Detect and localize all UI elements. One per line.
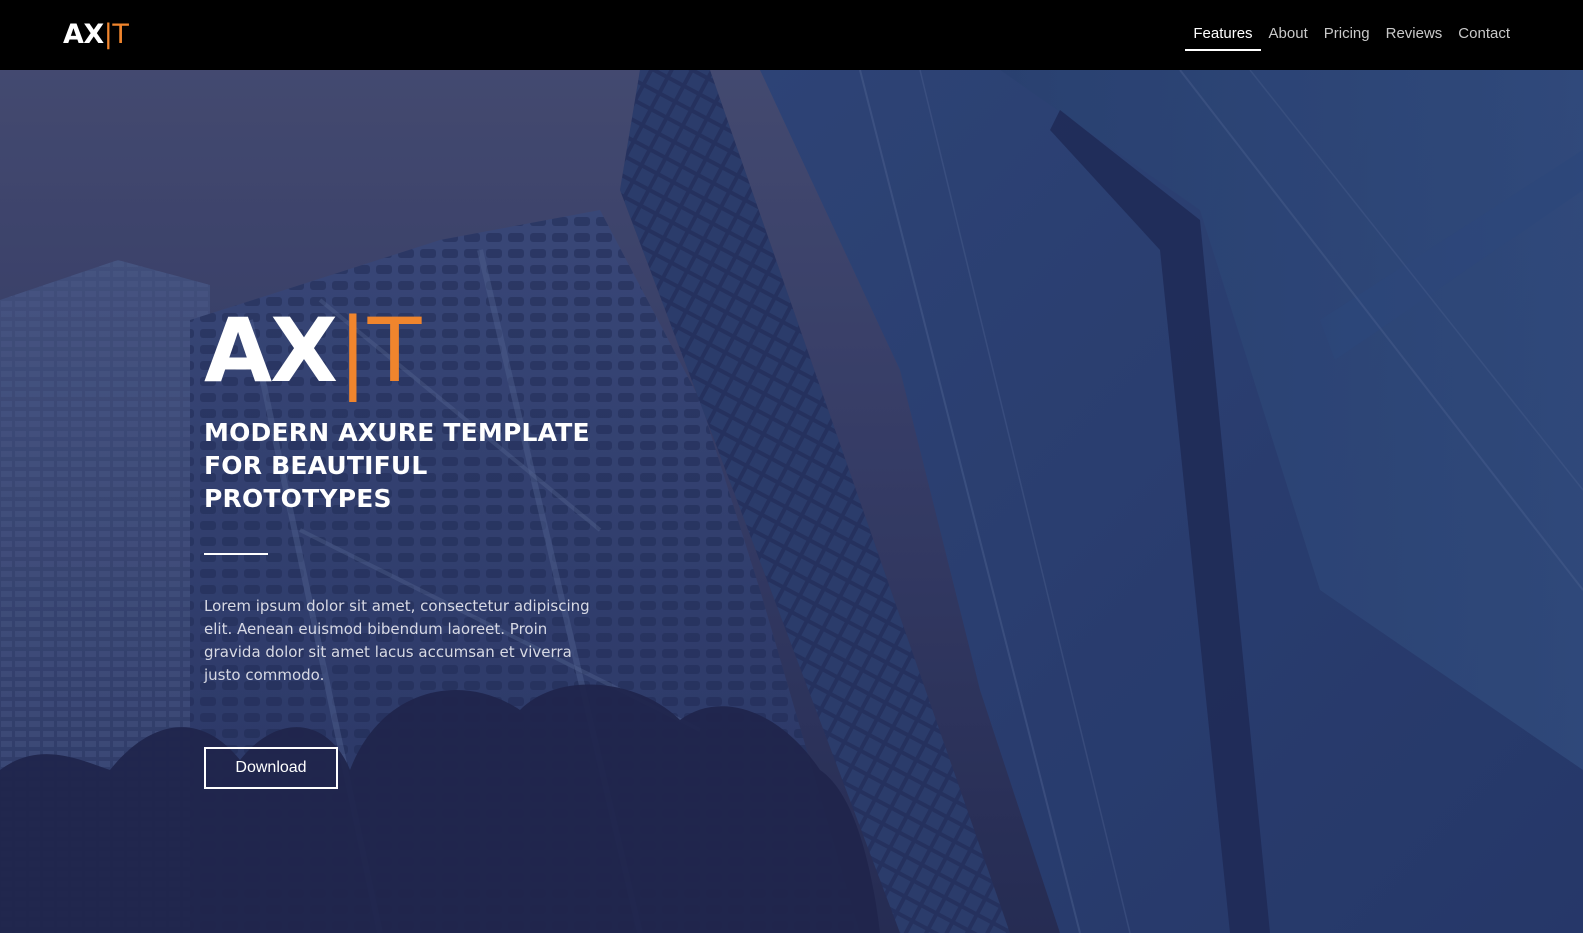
nav-item-reviews[interactable]: Reviews: [1378, 0, 1451, 70]
brand-logo-part2: T: [112, 19, 129, 50]
hero-logo: AX|T: [204, 306, 421, 396]
hero-headline-line-1: MODERN AXURE TEMPLATE: [204, 418, 590, 447]
main-nav: Features About Pricing Reviews Contact: [1185, 0, 1518, 70]
hero-headline-line-2: FOR BEAUTIFUL: [204, 451, 428, 480]
hero-headline: MODERN AXURE TEMPLATE FOR BEAUTIFUL PROT…: [204, 416, 604, 515]
hero-divider: [204, 553, 268, 555]
nav-item-about[interactable]: About: [1261, 0, 1316, 70]
nav-item-features[interactable]: Features: [1185, 0, 1261, 70]
nav-item-contact[interactable]: Contact: [1450, 0, 1518, 70]
hero-headline-line-3: PROTOTYPES: [204, 484, 392, 513]
hero-logo-part1: AX: [204, 299, 338, 402]
hero-body-text: Lorem ipsum dolor sit amet, consectetur …: [204, 597, 590, 684]
download-button[interactable]: Download: [204, 747, 338, 789]
top-navigation-bar: AX|T Features About Pricing Reviews Cont…: [0, 0, 1583, 70]
hero-logo-separator: |: [337, 299, 368, 402]
brand-logo-part1: AX: [63, 19, 104, 50]
brand-logo[interactable]: AX|T: [63, 18, 129, 52]
hero-section: AX|T MODERN AXURE TEMPLATE FOR BEAUTIFUL…: [0, 70, 1583, 933]
hero-logo-part2: T: [367, 299, 422, 402]
nav-item-pricing[interactable]: Pricing: [1316, 0, 1378, 70]
